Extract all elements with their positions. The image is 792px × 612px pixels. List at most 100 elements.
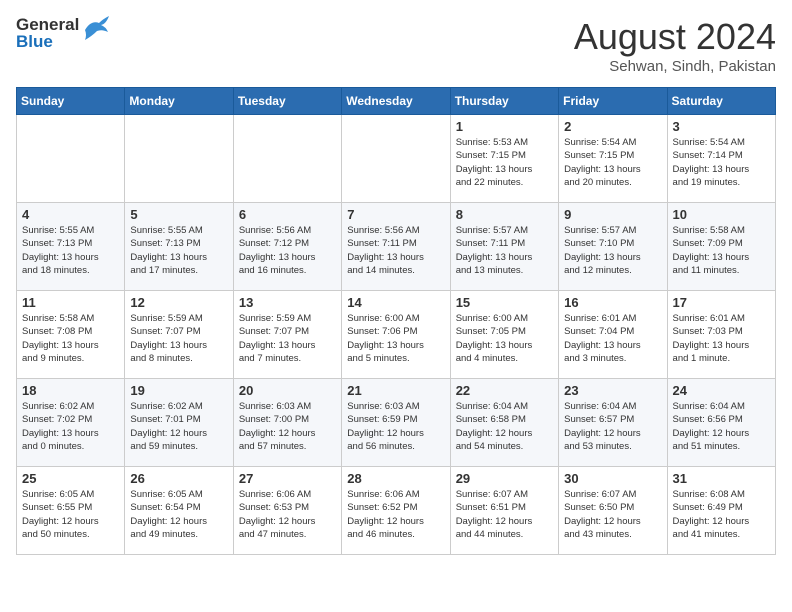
calendar-cell: 13 Sunrise: 5:59 AM Sunset: 7:07 PM Dayli… (233, 291, 341, 379)
day-number: 4 (22, 207, 119, 222)
day-number: 28 (347, 471, 444, 486)
day-info: Sunrise: 6:00 AM Sunset: 7:06 PM Dayligh… (347, 312, 444, 365)
day-number: 25 (22, 471, 119, 486)
calendar-cell: 11 Sunrise: 5:58 AM Sunset: 7:08 PM Dayli… (17, 291, 125, 379)
day-number: 1 (456, 119, 553, 134)
day-info: Sunrise: 6:03 AM Sunset: 7:00 PM Dayligh… (239, 400, 336, 453)
day-number: 8 (456, 207, 553, 222)
calendar-cell: 28 Sunrise: 6:06 AM Sunset: 6:52 PM Dayli… (342, 467, 450, 555)
day-number: 11 (22, 295, 119, 310)
calendar-cell: 17 Sunrise: 6:01 AM Sunset: 7:03 PM Dayli… (667, 291, 775, 379)
calendar-cell: 27 Sunrise: 6:06 AM Sunset: 6:53 PM Dayli… (233, 467, 341, 555)
calendar-cell: 21 Sunrise: 6:03 AM Sunset: 6:59 PM Dayli… (342, 379, 450, 467)
day-number: 6 (239, 207, 336, 222)
month-title: August 2024 (574, 16, 776, 58)
calendar-cell: 26Sunrise: 6:05 AM Sunset: 6:54 PM Dayli… (125, 467, 233, 555)
day-info: Sunrise: 6:02 AM Sunset: 7:02 PM Dayligh… (22, 400, 119, 453)
calendar-cell: 15 Sunrise: 6:00 AM Sunset: 7:05 PM Dayli… (450, 291, 558, 379)
day-number: 23 (564, 383, 661, 398)
weekday-header: Monday (125, 88, 233, 115)
calendar-cell: 6 Sunrise: 5:56 AM Sunset: 7:12 PM Daylig… (233, 203, 341, 291)
day-info: Sunrise: 5:53 AM Sunset: 7:15 PM Dayligh… (456, 136, 553, 189)
day-info: Sunrise: 6:06 AM Sunset: 6:52 PM Dayligh… (347, 488, 444, 541)
calendar-cell: 8 Sunrise: 5:57 AM Sunset: 7:11 PM Daylig… (450, 203, 558, 291)
calendar-cell: 16 Sunrise: 6:01 AM Sunset: 7:04 PM Dayli… (559, 291, 667, 379)
day-info: Sunrise: 5:57 AM Sunset: 7:11 PM Dayligh… (456, 224, 553, 277)
day-info: Sunrise: 5:58 AM Sunset: 7:08 PM Dayligh… (22, 312, 119, 365)
day-number: 13 (239, 295, 336, 310)
day-info: Sunrise: 6:04 AM Sunset: 6:57 PM Dayligh… (564, 400, 661, 453)
day-info: Sunrise: 6:02 AM Sunset: 7:01 PM Dayligh… (130, 400, 227, 453)
calendar-cell: 18 Sunrise: 6:02 AM Sunset: 7:02 PM Dayli… (17, 379, 125, 467)
calendar-table: SundayMondayTuesdayWednesdayThursdayFrid… (16, 87, 776, 555)
calendar-cell: 20 Sunrise: 6:03 AM Sunset: 7:00 PM Dayli… (233, 379, 341, 467)
day-info: Sunrise: 5:59 AM Sunset: 7:07 PM Dayligh… (130, 312, 227, 365)
calendar-cell: 10 Sunrise: 5:58 AM Sunset: 7:09 PM Dayli… (667, 203, 775, 291)
day-number: 14 (347, 295, 444, 310)
day-info: Sunrise: 6:01 AM Sunset: 7:03 PM Dayligh… (673, 312, 770, 365)
weekday-header: Sunday (17, 88, 125, 115)
calendar-cell: 2 Sunrise: 5:54 AM Sunset: 7:15 PM Daylig… (559, 115, 667, 203)
day-number: 21 (347, 383, 444, 398)
day-info: Sunrise: 6:07 AM Sunset: 6:51 PM Dayligh… (456, 488, 553, 541)
day-number: 17 (673, 295, 770, 310)
day-info: Sunrise: 6:00 AM Sunset: 7:05 PM Dayligh… (456, 312, 553, 365)
calendar-cell: 22 Sunrise: 6:04 AM Sunset: 6:58 PM Dayli… (450, 379, 558, 467)
day-number: 26 (130, 471, 227, 486)
calendar-cell: 24 Sunrise: 6:04 AM Sunset: 6:56 PM Dayli… (667, 379, 775, 467)
day-number: 5 (130, 207, 227, 222)
day-number: 30 (564, 471, 661, 486)
day-info: Sunrise: 6:07 AM Sunset: 6:50 PM Dayligh… (564, 488, 661, 541)
calendar-cell (125, 115, 233, 203)
day-info: Sunrise: 6:01 AM Sunset: 7:04 PM Dayligh… (564, 312, 661, 365)
day-info: Sunrise: 6:03 AM Sunset: 6:59 PM Dayligh… (347, 400, 444, 453)
title-block: August 2024 Sehwan, Sindh, Pakistan (574, 16, 776, 75)
day-number: 12 (130, 295, 227, 310)
calendar-cell: 29 Sunrise: 6:07 AM Sunset: 6:51 PM Dayli… (450, 467, 558, 555)
calendar-cell: 4Sunrise: 5:55 AM Sunset: 7:13 PM Daylig… (17, 203, 125, 291)
page-header: General Blue August 2024 Sehwan, Sindh, … (16, 16, 776, 75)
day-number: 19 (130, 383, 227, 398)
day-number: 24 (673, 383, 770, 398)
day-info: Sunrise: 5:56 AM Sunset: 7:12 PM Dayligh… (239, 224, 336, 277)
calendar-cell: 25 Sunrise: 6:05 AM Sunset: 6:55 PM Dayli… (17, 467, 125, 555)
day-number: 10 (673, 207, 770, 222)
day-number: 16 (564, 295, 661, 310)
day-info: Sunrise: 6:04 AM Sunset: 6:56 PM Dayligh… (673, 400, 770, 453)
day-info: Sunrise: 6:06 AM Sunset: 6:53 PM Dayligh… (239, 488, 336, 541)
day-number: 29 (456, 471, 553, 486)
calendar-cell: 9Sunrise: 5:57 AM Sunset: 7:10 PM Daylig… (559, 203, 667, 291)
weekday-header: Tuesday (233, 88, 341, 115)
weekday-header: Thursday (450, 88, 558, 115)
logo: General Blue (16, 16, 109, 50)
calendar-cell: 14 Sunrise: 6:00 AM Sunset: 7:06 PM Dayli… (342, 291, 450, 379)
weekday-header: Wednesday (342, 88, 450, 115)
calendar-cell: 23 Sunrise: 6:04 AM Sunset: 6:57 PM Dayli… (559, 379, 667, 467)
calendar-cell (17, 115, 125, 203)
day-info: Sunrise: 5:56 AM Sunset: 7:11 PM Dayligh… (347, 224, 444, 277)
day-info: Sunrise: 6:05 AM Sunset: 6:55 PM Dayligh… (22, 488, 119, 541)
location: Sehwan, Sindh, Pakistan (574, 58, 776, 75)
day-info: Sunrise: 5:58 AM Sunset: 7:09 PM Dayligh… (673, 224, 770, 277)
day-number: 18 (22, 383, 119, 398)
day-number: 7 (347, 207, 444, 222)
calendar-cell: 12 Sunrise: 5:59 AM Sunset: 7:07 PM Dayli… (125, 291, 233, 379)
weekday-header: Friday (559, 88, 667, 115)
day-number: 3 (673, 119, 770, 134)
day-number: 15 (456, 295, 553, 310)
day-info: Sunrise: 5:54 AM Sunset: 7:14 PM Dayligh… (673, 136, 770, 189)
day-info: Sunrise: 5:59 AM Sunset: 7:07 PM Dayligh… (239, 312, 336, 365)
day-number: 20 (239, 383, 336, 398)
day-number: 22 (456, 383, 553, 398)
day-info: Sunrise: 6:04 AM Sunset: 6:58 PM Dayligh… (456, 400, 553, 453)
day-number: 2 (564, 119, 661, 134)
day-number: 27 (239, 471, 336, 486)
calendar-cell: 5Sunrise: 5:55 AM Sunset: 7:13 PM Daylig… (125, 203, 233, 291)
day-number: 31 (673, 471, 770, 486)
weekday-header: Saturday (667, 88, 775, 115)
day-info: Sunrise: 5:54 AM Sunset: 7:15 PM Dayligh… (564, 136, 661, 189)
calendar-cell: 3 Sunrise: 5:54 AM Sunset: 7:14 PM Daylig… (667, 115, 775, 203)
day-number: 9 (564, 207, 661, 222)
calendar-cell: 7 Sunrise: 5:56 AM Sunset: 7:11 PM Daylig… (342, 203, 450, 291)
day-info: Sunrise: 6:08 AM Sunset: 6:49 PM Dayligh… (673, 488, 770, 541)
